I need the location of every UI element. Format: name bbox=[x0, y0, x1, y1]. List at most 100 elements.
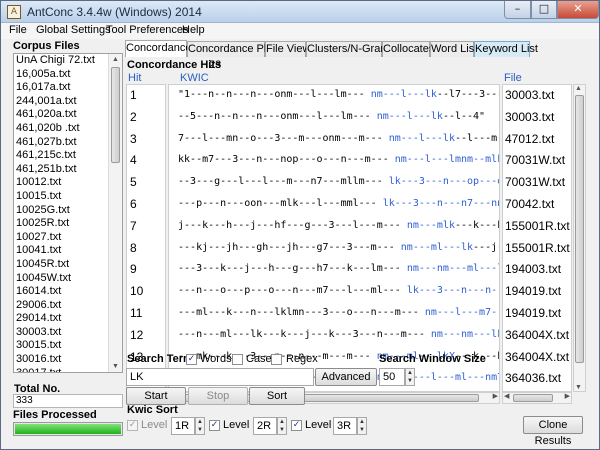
file-name-link[interactable]: 30003.txt bbox=[505, 110, 554, 124]
scroll-thumb[interactable] bbox=[513, 394, 553, 402]
kwic-keyword[interactable]: nm---nm---ml---lk7 bbox=[407, 263, 499, 274]
file-name-link[interactable]: 364036.txt bbox=[505, 371, 561, 385]
stop-button[interactable]: Stop bbox=[188, 387, 248, 405]
kwic-keyword[interactable]: nm---l---lmnm--mlk bbox=[395, 154, 499, 165]
corpus-file-item[interactable]: 10027.txt bbox=[14, 231, 122, 245]
file-name-link[interactable]: 364004X.txt bbox=[505, 350, 569, 364]
scroll-thumb[interactable] bbox=[111, 67, 120, 163]
tab-concordance-plot[interactable]: Concordance Plot bbox=[187, 41, 275, 57]
level2-checkbox[interactable]: ✓ bbox=[209, 420, 220, 431]
kwic-keyword[interactable]: nm---ml---lk bbox=[401, 242, 473, 253]
kwic-keyword[interactable]: nm---nm---lkX bbox=[431, 329, 499, 340]
file-name-link[interactable]: 155001R.txt bbox=[505, 219, 570, 233]
window-size-spinner[interactable]: ▲ ▼ bbox=[405, 368, 415, 386]
level2-spinner[interactable]: ▲ ▼ bbox=[277, 417, 287, 435]
corpus-file-item[interactable]: 10045R.txt bbox=[14, 258, 122, 272]
corpus-file-item[interactable]: 244,001a.txt bbox=[14, 95, 122, 109]
kwic-keyword[interactable]: nm---mlk bbox=[407, 220, 455, 231]
kwic-line[interactable]: ---p---n---oon---mlk---l---mml--- lk---3… bbox=[172, 198, 499, 209]
kwic-line[interactable]: ---n---o---p---o---n---m7---l---ml--- lk… bbox=[172, 285, 499, 296]
kwic-results-column[interactable]: "1---n--n---n---onm---l---lm--- nm---l--… bbox=[168, 84, 500, 392]
menu-tool-preferences[interactable]: Tool Preferences bbox=[106, 24, 189, 36]
corpus-file-item[interactable]: 10041.txt bbox=[14, 244, 122, 258]
file-name-link[interactable]: 194019.txt bbox=[505, 284, 561, 298]
results-vertical-scrollbar[interactable]: ▲ ▼ bbox=[573, 84, 586, 392]
corpus-file-item[interactable]: 30015.txt bbox=[14, 339, 122, 353]
search-term-input[interactable]: LK bbox=[126, 368, 314, 386]
menu-help[interactable]: Help bbox=[182, 24, 205, 36]
kwic-keyword[interactable]: lk---3---n---op---o---p---nm bbox=[389, 176, 499, 187]
tab-clusters-ngrams[interactable]: Clusters/N-Grams bbox=[306, 41, 395, 57]
corpus-file-item[interactable]: 30017.txt bbox=[14, 367, 122, 372]
tab-file-view[interactable]: File View bbox=[265, 41, 310, 57]
start-button[interactable]: Start bbox=[126, 387, 186, 405]
kwic-column-header[interactable]: KWIC bbox=[180, 72, 209, 84]
kwic-line[interactable]: ---ml---k---n---lklmn---3---o---n---m---… bbox=[172, 307, 499, 318]
advanced-button[interactable]: Advanced bbox=[315, 368, 377, 386]
kwic-line[interactable]: ---kj---jh---gh---jh---g7---3---m--- nm-… bbox=[172, 242, 499, 253]
corpus-file-item[interactable]: 30003.txt bbox=[14, 326, 122, 340]
corpus-file-item[interactable]: 16,005a.txt bbox=[14, 68, 122, 82]
corpus-file-item[interactable]: 10012.txt bbox=[14, 176, 122, 190]
file-horizontal-scrollbar[interactable]: ◀ ▶ bbox=[502, 392, 572, 404]
kwic-keyword[interactable]: nm---l---lk bbox=[371, 89, 437, 100]
case-checkbox[interactable] bbox=[232, 354, 243, 365]
kwic-keyword[interactable]: lk---3---n---n---o---nm7 bbox=[407, 285, 499, 296]
corpus-file-item[interactable]: 16,017a.txt bbox=[14, 81, 122, 95]
minimize-button[interactable]: – bbox=[504, 1, 531, 19]
kwic-keyword[interactable]: lk---3---n---n7---nnm bbox=[383, 198, 499, 209]
kwic-line[interactable]: --3---g---l---l---m---n7---mllm--- lk---… bbox=[172, 176, 499, 187]
file-name-link[interactable]: 194003.txt bbox=[505, 262, 561, 276]
kwic-line[interactable]: ---3---k---j---h---g---h7---k---lm--- nm… bbox=[172, 263, 499, 274]
file-name-link[interactable]: 70042.txt bbox=[505, 197, 554, 211]
corpus-file-item[interactable]: 461,251b.txt bbox=[14, 163, 122, 177]
file-column-header[interactable]: File bbox=[504, 72, 522, 84]
file-name-link[interactable]: 155001R.txt bbox=[505, 241, 570, 255]
file-name-link[interactable]: 47012.txt bbox=[505, 132, 554, 146]
file-name-link[interactable]: 70031W.txt bbox=[505, 175, 565, 189]
kwic-line[interactable]: ---n---ml---lk---k---j---k---3---n---m--… bbox=[172, 329, 499, 340]
clone-results-button[interactable]: Clone Results bbox=[523, 416, 583, 447]
corpus-file-list[interactable]: UnA Chigi 72.txt 16,005a.txt 16,017a.txt 24… bbox=[13, 53, 123, 373]
scroll-down-icon[interactable]: ▼ bbox=[111, 363, 120, 370]
maximize-button[interactable]: □ bbox=[531, 1, 557, 19]
corpus-file-item[interactable]: 461,215c.txt bbox=[14, 149, 122, 163]
corpus-file-item[interactable]: 16014.txt bbox=[14, 285, 122, 299]
corpus-file-item[interactable]: 29006.txt bbox=[14, 299, 122, 313]
kwic-line[interactable]: "1---n--n---n---onm---l---lm--- nm---l--… bbox=[172, 89, 499, 100]
sort-button[interactable]: Sort bbox=[249, 387, 305, 405]
regex-checkbox[interactable] bbox=[271, 354, 282, 365]
kwic-line[interactable]: --5---n--n---n---onm---l---lm--- nm---l-… bbox=[172, 111, 485, 122]
file-name-column[interactable]: 30003.txt 30003.txt 47012.txt 70031W.txt 700… bbox=[502, 84, 572, 392]
scroll-thumb[interactable] bbox=[575, 95, 584, 363]
level2-input[interactable]: 2R bbox=[253, 417, 277, 435]
kwic-keyword[interactable]: nm---l---lk bbox=[389, 133, 455, 144]
tab-concordance[interactable]: Concordance bbox=[125, 40, 191, 57]
corpus-list-scrollbar[interactable]: ▲ ▼ bbox=[108, 54, 122, 372]
close-button[interactable]: ✕ bbox=[557, 1, 599, 19]
corpus-file-item[interactable]: 10025R.txt bbox=[14, 217, 122, 231]
words-checkbox[interactable]: ✓ bbox=[186, 354, 197, 365]
kwic-keyword[interactable]: nm---l---m7---nm---lk bbox=[425, 307, 499, 318]
file-name-link[interactable]: 364004X.txt bbox=[505, 328, 569, 342]
kwic-keyword[interactable]: nm---l---lk bbox=[377, 111, 443, 122]
hit-number-column[interactable]: 1234567891011121314 bbox=[126, 84, 166, 392]
scroll-down-icon[interactable]: ▼ bbox=[575, 384, 582, 391]
corpus-file-item[interactable]: 30016.txt bbox=[14, 353, 122, 367]
corpus-file-item[interactable]: 461,020b .txt bbox=[14, 122, 122, 136]
menu-file[interactable]: File bbox=[9, 24, 27, 36]
search-window-size-input[interactable]: 50 bbox=[379, 368, 405, 386]
tab-collocates[interactable]: Collocates bbox=[382, 41, 434, 57]
scroll-up-icon[interactable]: ▲ bbox=[111, 56, 120, 63]
corpus-file-item[interactable]: UnA Chigi 72.txt bbox=[14, 54, 122, 68]
corpus-file-item[interactable]: 461,027b.txt bbox=[14, 136, 122, 150]
kwic-line[interactable]: j---k---h---j---hf---g---3---l---m--- nm… bbox=[172, 220, 499, 231]
scroll-right-icon[interactable]: ▶ bbox=[493, 392, 498, 400]
corpus-file-item[interactable]: 10045W.txt bbox=[14, 272, 122, 286]
level3-input[interactable]: 3R bbox=[333, 417, 357, 435]
corpus-file-item[interactable]: 10025G.txt bbox=[14, 204, 122, 218]
file-name-link[interactable]: 30003.txt bbox=[505, 88, 554, 102]
tab-keyword-list[interactable]: Keyword List bbox=[474, 41, 538, 57]
corpus-file-item[interactable]: 10015.txt bbox=[14, 190, 122, 204]
file-name-link[interactable]: 194019.txt bbox=[505, 306, 561, 320]
